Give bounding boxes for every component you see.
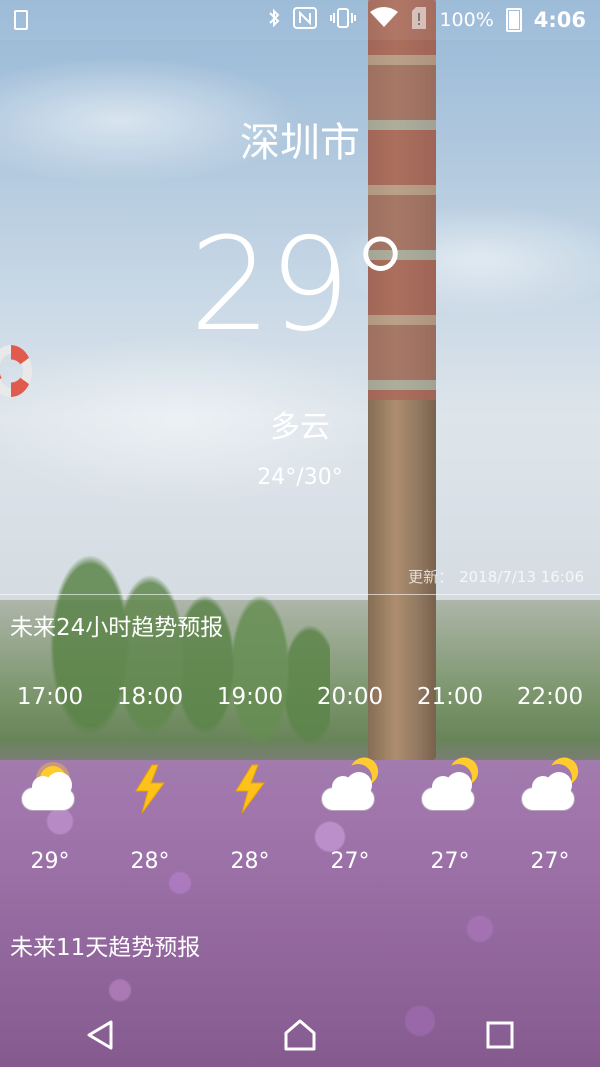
bluetooth-icon — [267, 7, 281, 34]
image-notification-icon — [14, 10, 28, 30]
hour-time: 21:00 — [416, 684, 484, 710]
nfc-icon — [293, 6, 318, 34]
hour-item: 17:00 29° — [0, 680, 100, 882]
hour-temp: 27° — [430, 849, 470, 874]
cloud-moon-icon — [300, 744, 400, 834]
hour-time: 20:00 — [316, 684, 384, 710]
hour-item: 21:00 27° — [400, 680, 500, 882]
status-time: 4:06 — [533, 8, 586, 32]
status-bar: 100% 4:06 — [0, 0, 600, 40]
back-icon[interactable] — [70, 1005, 130, 1065]
hour-temp: 29° — [30, 849, 70, 874]
hour-item: 18:00 28° — [100, 680, 200, 882]
hour-temp: 27° — [530, 849, 570, 874]
cloud-moon-icon — [500, 744, 600, 834]
lightning-icon — [100, 744, 200, 834]
cloud-moon-icon — [400, 744, 500, 834]
update-timestamp: 2018/7/13 16:06 — [459, 568, 584, 586]
hour-item: 19:00 28° — [200, 680, 300, 882]
recents-icon[interactable] — [470, 1005, 530, 1065]
hour-time: 22:00 — [516, 684, 584, 710]
home-icon[interactable] — [270, 1005, 330, 1065]
battery-percentage: 100% — [439, 9, 494, 31]
hour-temp: 28° — [130, 849, 170, 874]
divider — [0, 594, 600, 595]
battery-icon — [505, 8, 522, 32]
temperature-range: 24°/30° — [257, 465, 343, 490]
cloud-sun-icon — [0, 744, 100, 834]
current-temperature: 29° — [189, 211, 413, 360]
hourly-forecast-title: 未来24小时趋势预报 — [10, 615, 224, 641]
weather-condition: 多云 — [270, 410, 330, 445]
hour-item: 22:00 27° — [500, 680, 600, 882]
hour-temp: 28° — [230, 849, 270, 874]
hour-item: 20:00 27° — [300, 680, 400, 882]
sim-alert-icon — [411, 6, 427, 34]
hour-time: 17:00 — [16, 684, 84, 710]
navigation-bar — [0, 1003, 600, 1067]
hour-time: 18:00 — [116, 684, 184, 710]
city-name[interactable]: 深圳市 — [0, 110, 600, 168]
daily-forecast-title: 未来11天趋势预报 — [10, 935, 201, 961]
vibrate-icon — [329, 7, 357, 34]
lightning-icon — [200, 744, 300, 834]
update-label: 更新： — [408, 568, 454, 586]
hour-temp: 27° — [330, 849, 370, 874]
update-time: 更新： 2018/7/13 16:06 — [402, 566, 584, 587]
hour-time: 19:00 — [216, 684, 284, 710]
hourly-forecast: 17:00 29° 18:00 28° 19:00 28° 20:00 27° … — [0, 680, 600, 882]
wifi-icon — [369, 6, 399, 34]
